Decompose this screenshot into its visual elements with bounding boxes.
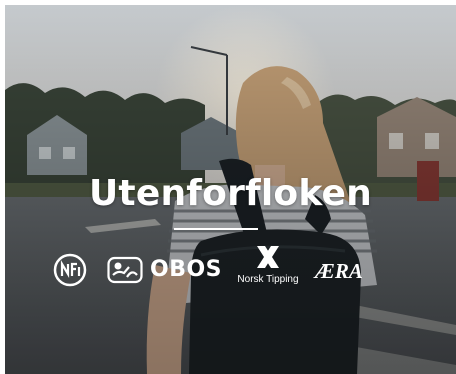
aera-wordmark-logo-icon: ÆRA: [315, 259, 377, 285]
banner-image: Utenforfloken OBOS Norsk Tipping ÆRA: [5, 5, 456, 374]
norsk-tipping-x-logo-icon: [257, 246, 279, 268]
obos-wordmark: OBOS: [150, 257, 223, 282]
nfr-circle-logo-icon: [53, 253, 87, 287]
norsk-tipping-label: Norsk Tipping: [237, 274, 299, 285]
obos-logo: OBOS: [107, 255, 225, 287]
obos-figure-logo-icon: [107, 256, 143, 284]
banner-title: Utenforfloken: [89, 173, 372, 214]
aera-wordmark: ÆRA: [315, 259, 363, 283]
title-underline: [174, 228, 258, 230]
norsk-tipping-logo: Norsk Tipping: [233, 241, 303, 291]
